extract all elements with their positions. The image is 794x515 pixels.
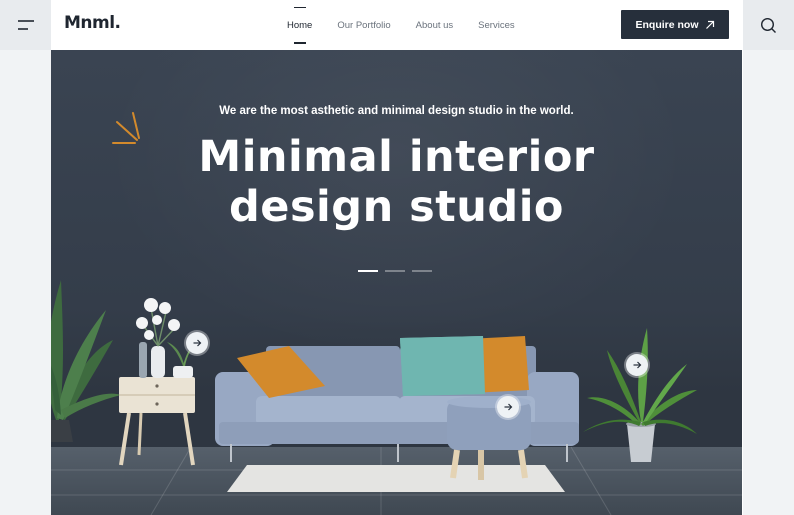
slider-dots — [358, 270, 432, 272]
hotspot-side-table[interactable] — [186, 332, 208, 354]
slider-dot-2[interactable] — [385, 270, 405, 272]
arrow-up-right-icon — [705, 20, 714, 29]
hero-tagline: We are the most asthetic and minimal des… — [219, 105, 574, 117]
main-nav: Home Our Portfolio About us Services — [286, 0, 515, 50]
enquire-now-button[interactable]: Enquire now — [621, 10, 729, 39]
logo[interactable]: Mnml. — [64, 13, 121, 33]
left-gutter — [0, 0, 51, 515]
hotspot-ottoman[interactable] — [497, 396, 519, 418]
arrow-right-icon — [504, 403, 513, 411]
nav-about-us[interactable]: About us — [416, 20, 454, 31]
right-potted-plant — [583, 328, 697, 462]
nav-services[interactable]: Services — [478, 20, 514, 31]
side-table — [119, 377, 195, 466]
hero-banner: We are the most asthetic and minimal des… — [51, 50, 742, 515]
enquire-now-label: Enquire now — [635, 18, 699, 31]
room-illustration — [51, 280, 742, 515]
nav-home[interactable]: Home — [287, 20, 312, 31]
arrow-right-icon — [193, 339, 202, 347]
flower-vase — [136, 298, 180, 378]
hero-headline-line-1: Minimal interior — [198, 132, 595, 182]
search-button[interactable] — [743, 0, 794, 50]
hero-headline: Minimal interior design studio — [51, 132, 742, 232]
rug — [227, 465, 565, 492]
right-gutter — [743, 0, 794, 515]
search-icon — [760, 17, 776, 33]
menu-icon — [17, 20, 34, 30]
menu-button[interactable] — [0, 0, 51, 50]
left-palm-plant — [51, 280, 121, 442]
hotspot-plant[interactable] — [626, 354, 648, 376]
slider-dot-3[interactable] — [412, 270, 432, 272]
arrow-right-icon — [633, 361, 642, 369]
site-header: Mnml. Home Our Portfolio About us Servic… — [0, 0, 794, 50]
hero-headline-line-2: design studio — [229, 182, 564, 232]
nav-our-portfolio[interactable]: Our Portfolio — [337, 20, 390, 31]
slider-dot-1[interactable] — [358, 270, 378, 272]
